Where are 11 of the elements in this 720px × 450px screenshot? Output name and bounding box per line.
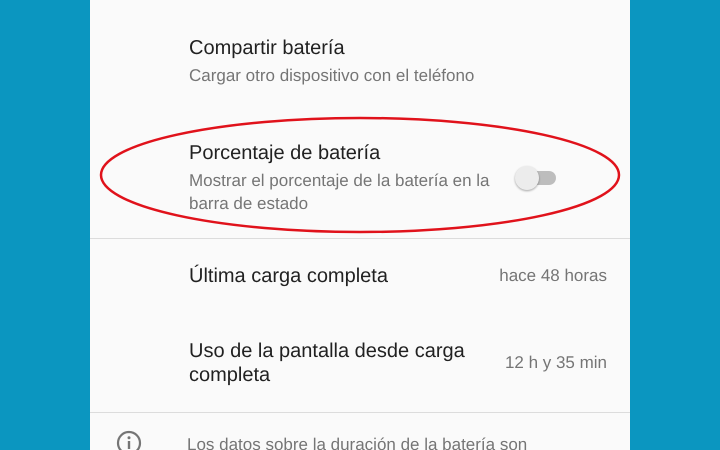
setting-description: Cargar otro dispositivo con el teléfono [189, 65, 476, 87]
setting-title: Uso de la pantalla desde carga completa [189, 338, 466, 386]
setting-value: 12 h y 35 min [504, 352, 607, 372]
setting-title: Última carga completa [189, 264, 389, 288]
setting-title: Compartir batería [189, 36, 346, 60]
info-icon [116, 430, 142, 450]
setting-description: Mostrar el porcentaje de la batería en la barra de estado [189, 170, 491, 215]
setting-value: hace 48 horas [499, 266, 607, 286]
info-text: Los datos sobre la duración de la batería son [187, 434, 528, 450]
toggle-switch[interactable] [514, 165, 558, 191]
setting-title: Porcentaje de batería [189, 141, 382, 165]
